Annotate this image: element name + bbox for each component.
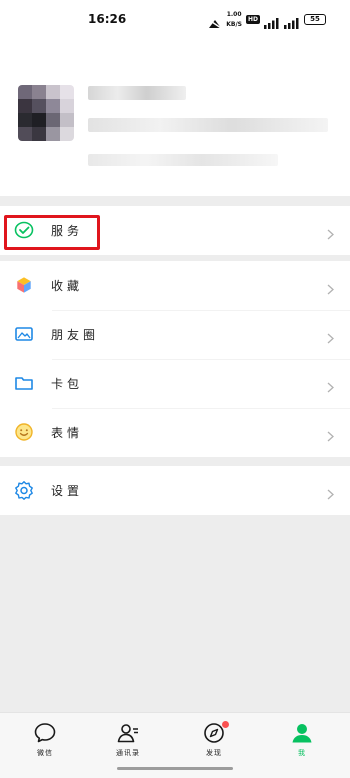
menu-item-label: 表情: [51, 426, 84, 440]
moments-image-icon: [14, 324, 34, 344]
me-person-icon: [272, 721, 332, 745]
tab-label: 微信: [37, 749, 53, 757]
sticker-smile-icon: [14, 422, 34, 442]
status-bar: 16:26 1.00 KB/S HD 55: [0, 0, 350, 44]
settings-gear-icon: [14, 480, 34, 500]
notification-badge-dot: [222, 721, 229, 728]
chevron-right-icon: [327, 280, 334, 295]
tab-label: 通讯录: [116, 749, 140, 757]
card-wallet-icon: [14, 373, 34, 393]
menu-item-label: 朋友圈: [51, 328, 100, 342]
tab-label: 发现: [206, 749, 222, 757]
menu-item-stickers[interactable]: 表情: [0, 408, 350, 457]
menu-item-label: 卡包: [51, 377, 84, 391]
chevron-right-icon: [327, 378, 334, 393]
chevron-right-icon: [327, 485, 334, 500]
profile-header[interactable]: [0, 44, 350, 196]
network-speed: 1.00 KB/S: [226, 10, 242, 28]
menu-group-main: 收藏 朋友圈 卡包 表情: [0, 261, 350, 457]
profile-name-blurred: [88, 86, 186, 100]
avatar[interactable]: [18, 85, 74, 141]
menu-item-moments[interactable]: 朋友圈: [0, 310, 350, 359]
favorites-cube-icon: [14, 275, 34, 295]
chevron-right-icon: [327, 329, 334, 344]
signal-icon: [264, 14, 280, 29]
hd-icon: HD: [245, 14, 260, 24]
chevron-right-icon: [327, 225, 334, 240]
home-indicator[interactable]: [117, 767, 233, 770]
battery-icon: 55: [304, 13, 326, 25]
chat-bubble-icon: [15, 721, 75, 745]
status-time: 16:26: [88, 12, 127, 26]
signal-icon: [284, 14, 300, 29]
menu-item-label: 设置: [51, 484, 84, 498]
tab-contacts[interactable]: 通讯录: [98, 721, 158, 765]
network-speed-value: 1.00: [226, 10, 242, 18]
highlight-box: [4, 215, 100, 250]
tab-me[interactable]: 我: [272, 721, 332, 765]
contacts-icon: [98, 721, 158, 745]
menu-item-service[interactable]: 服务: [0, 206, 350, 255]
chevron-right-icon: [327, 427, 334, 442]
mute-icon: [208, 14, 222, 29]
menu-item-label: 收藏: [51, 279, 84, 293]
menu-item-settings[interactable]: 设置: [0, 466, 350, 515]
tab-chats[interactable]: 微信: [15, 721, 75, 765]
tab-discover[interactable]: 发现: [184, 721, 244, 765]
tab-label: 我: [298, 749, 306, 757]
profile-id-blurred: [88, 118, 328, 132]
menu-group-settings: 设置: [0, 466, 350, 515]
network-speed-unit: KB/S: [226, 20, 242, 28]
menu-group-service: 服务: [0, 206, 350, 255]
status-icons: 1.00 KB/S HD 55: [208, 10, 326, 29]
profile-status-blurred: [88, 154, 278, 166]
menu-item-favorites[interactable]: 收藏: [0, 261, 350, 310]
discover-compass-icon: [184, 721, 244, 745]
menu-item-card-wallet[interactable]: 卡包: [0, 359, 350, 408]
